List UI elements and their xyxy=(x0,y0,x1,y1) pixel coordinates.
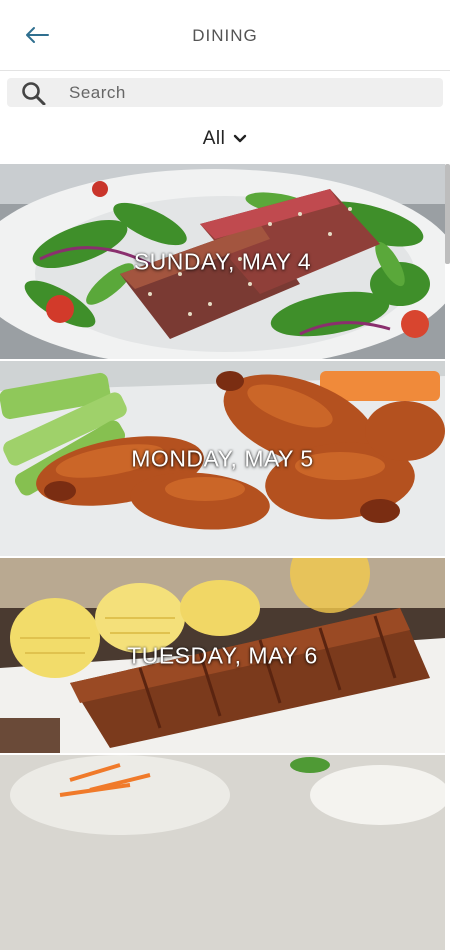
app-header: DINING xyxy=(0,0,450,71)
day-label: TUESDAY, MAY 6 xyxy=(127,642,318,668)
day-card-sunday[interactable]: SUNDAY, MAY 4 xyxy=(0,164,445,359)
day-label: MONDAY, MAY 5 xyxy=(131,445,314,471)
scrollbar[interactable] xyxy=(445,164,450,264)
day-label: SUNDAY, MAY 4 xyxy=(133,248,312,274)
filter-dropdown[interactable]: All xyxy=(0,126,450,152)
search-icon xyxy=(21,81,49,105)
page-title: DINING xyxy=(192,26,258,45)
chevron-down-icon xyxy=(234,134,247,143)
search-input[interactable] xyxy=(67,81,411,104)
day-list: SUNDAY, MAY 4 MONDAY, MAY 5 TUESDAY, MAY… xyxy=(0,164,445,952)
day-card-next[interactable] xyxy=(0,755,445,950)
salad-image xyxy=(0,755,445,950)
filter-label: All xyxy=(202,128,226,149)
day-card-tuesday[interactable]: TUESDAY, MAY 6 xyxy=(0,558,445,753)
search-bar[interactable] xyxy=(7,78,443,107)
day-card-monday[interactable]: MONDAY, MAY 5 xyxy=(0,361,445,556)
